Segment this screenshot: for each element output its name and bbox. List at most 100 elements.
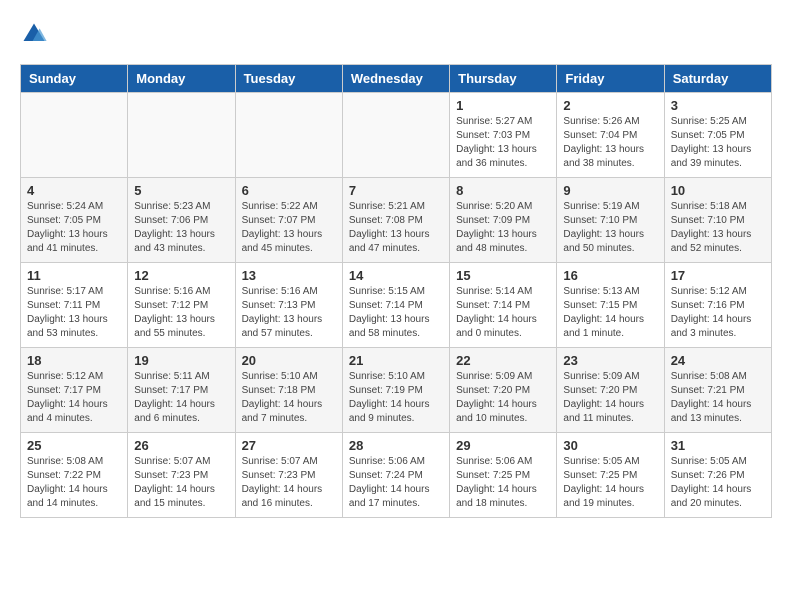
day-info: Sunrise: 5:12 AM Sunset: 7:16 PM Dayligh… — [671, 285, 765, 341]
day-info: Sunrise: 5:13 AM Sunset: 7:15 PM Dayligh… — [563, 285, 657, 341]
day-cell: 5Sunrise: 5:23 AM Sunset: 7:06 PM Daylig… — [128, 178, 235, 263]
day-cell: 6Sunrise: 5:22 AM Sunset: 7:07 PM Daylig… — [235, 178, 342, 263]
day-info: Sunrise: 5:15 AM Sunset: 7:14 PM Dayligh… — [349, 285, 443, 341]
week-row-1: 1 Sunrise: 5:27 AM Sunset: 7:03 PM Daylig… — [21, 93, 772, 178]
day-info: Sunrise: 5:27 AM Sunset: 7:03 PM Dayligh… — [456, 115, 550, 171]
day-header-thursday: Thursday — [450, 65, 557, 93]
logo — [20, 20, 54, 48]
day-number: 11 — [27, 268, 121, 283]
day-number: 8 — [456, 183, 550, 198]
day-number: 18 — [27, 353, 121, 368]
day-cell: 7Sunrise: 5:21 AM Sunset: 7:08 PM Daylig… — [342, 178, 449, 263]
day-cell: 26Sunrise: 5:07 AM Sunset: 7:23 PM Dayli… — [128, 433, 235, 518]
day-number: 16 — [563, 268, 657, 283]
day-cell: 1 Sunrise: 5:27 AM Sunset: 7:03 PM Daylig… — [450, 93, 557, 178]
day-info: Sunrise: 5:08 AM Sunset: 7:22 PM Dayligh… — [27, 455, 121, 511]
day-number: 12 — [134, 268, 228, 283]
day-info: Sunrise: 5:10 AM Sunset: 7:19 PM Dayligh… — [349, 370, 443, 426]
day-number: 13 — [242, 268, 336, 283]
day-cell: 2Sunrise: 5:26 AM Sunset: 7:04 PM Daylig… — [557, 93, 664, 178]
day-cell: 10 Sunrise: 5:18 AM Sunset: 7:10 PM Dayli… — [664, 178, 771, 263]
day-info: Sunrise: 5:19 AM Sunset: 7:10 PM Dayligh… — [563, 200, 657, 256]
day-number: 14 — [349, 268, 443, 283]
page-header — [20, 20, 772, 48]
day-info: Sunrise: 5:06 AM Sunset: 7:24 PM Dayligh… — [349, 455, 443, 511]
day-cell — [235, 93, 342, 178]
day-info: Sunrise: 5:11 AM Sunset: 7:17 PM Dayligh… — [134, 370, 228, 426]
day-info: Sunrise: 5:05 AM Sunset: 7:25 PM Dayligh… — [563, 455, 657, 511]
day-number: 4 — [27, 183, 121, 198]
day-cell: 30 Sunrise: 5:05 AM Sunset: 7:25 PM Dayli… — [557, 433, 664, 518]
week-row-2: 4 Sunrise: 5:24 AM Sunset: 7:05 PM Daylig… — [21, 178, 772, 263]
week-row-5: 25 Sunrise: 5:08 AM Sunset: 7:22 PM Dayli… — [21, 433, 772, 518]
day-number: 2 — [563, 98, 657, 113]
day-cell: 23 Sunrise: 5:09 AM Sunset: 7:20 PM Dayli… — [557, 348, 664, 433]
day-header-sunday: Sunday — [21, 65, 128, 93]
day-info: Sunrise: 5:09 AM Sunset: 7:20 PM Dayligh… — [456, 370, 550, 426]
calendar-table: SundayMondayTuesdayWednesdayThursdayFrid… — [20, 64, 772, 518]
day-number: 19 — [134, 353, 228, 368]
day-number: 27 — [242, 438, 336, 453]
day-info: Sunrise: 5:08 AM Sunset: 7:21 PM Dayligh… — [671, 370, 765, 426]
day-info: Sunrise: 5:18 AM Sunset: 7:10 PM Dayligh… — [671, 200, 765, 256]
week-row-3: 11 Sunrise: 5:17 AM Sunset: 7:11 PM Dayli… — [21, 263, 772, 348]
day-header-wednesday: Wednesday — [342, 65, 449, 93]
day-info: Sunrise: 5:07 AM Sunset: 7:23 PM Dayligh… — [134, 455, 228, 511]
day-info: Sunrise: 5:12 AM Sunset: 7:17 PM Dayligh… — [27, 370, 121, 426]
day-info: Sunrise: 5:17 AM Sunset: 7:11 PM Dayligh… — [27, 285, 121, 341]
day-cell: 18 Sunrise: 5:12 AM Sunset: 7:17 PM Dayli… — [21, 348, 128, 433]
day-cell: 28 Sunrise: 5:06 AM Sunset: 7:24 PM Dayli… — [342, 433, 449, 518]
day-number: 1 — [456, 98, 550, 113]
day-number: 6 — [242, 183, 336, 198]
day-cell: 12 Sunrise: 5:16 AM Sunset: 7:12 PM Dayli… — [128, 263, 235, 348]
day-number: 5 — [134, 183, 228, 198]
day-cell: 19 Sunrise: 5:11 AM Sunset: 7:17 PM Dayli… — [128, 348, 235, 433]
day-info: Sunrise: 5:05 AM Sunset: 7:26 PM Dayligh… — [671, 455, 765, 511]
day-number: 22 — [456, 353, 550, 368]
day-number: 23 — [563, 353, 657, 368]
day-info: Sunrise: 5:07 AM Sunset: 7:23 PM Dayligh… — [242, 455, 336, 511]
day-number: 31 — [671, 438, 765, 453]
day-cell: 14 Sunrise: 5:15 AM Sunset: 7:14 PM Dayli… — [342, 263, 449, 348]
day-cell: 13 Sunrise: 5:16 AM Sunset: 7:13 PM Dayli… — [235, 263, 342, 348]
day-cell: 31 Sunrise: 5:05 AM Sunset: 7:26 PM Dayli… — [664, 433, 771, 518]
day-cell: 22 Sunrise: 5:09 AM Sunset: 7:20 PM Dayli… — [450, 348, 557, 433]
day-cell: 25 Sunrise: 5:08 AM Sunset: 7:22 PM Dayli… — [21, 433, 128, 518]
day-number: 3 — [671, 98, 765, 113]
day-cell: 20Sunrise: 5:10 AM Sunset: 7:18 PM Dayli… — [235, 348, 342, 433]
day-number: 7 — [349, 183, 443, 198]
day-cell: 3 Sunrise: 5:25 AM Sunset: 7:05 PM Daylig… — [664, 93, 771, 178]
day-header-tuesday: Tuesday — [235, 65, 342, 93]
day-number: 24 — [671, 353, 765, 368]
day-cell — [128, 93, 235, 178]
day-header-friday: Friday — [557, 65, 664, 93]
day-number: 29 — [456, 438, 550, 453]
day-number: 30 — [563, 438, 657, 453]
day-cell — [342, 93, 449, 178]
day-number: 25 — [27, 438, 121, 453]
day-info: Sunrise: 5:16 AM Sunset: 7:13 PM Dayligh… — [242, 285, 336, 341]
day-number: 28 — [349, 438, 443, 453]
day-cell: 27 Sunrise: 5:07 AM Sunset: 7:23 PM Dayli… — [235, 433, 342, 518]
day-info: Sunrise: 5:25 AM Sunset: 7:05 PM Dayligh… — [671, 115, 765, 171]
day-cell: 17Sunrise: 5:12 AM Sunset: 7:16 PM Dayli… — [664, 263, 771, 348]
week-row-4: 18 Sunrise: 5:12 AM Sunset: 7:17 PM Dayli… — [21, 348, 772, 433]
logo-icon — [20, 20, 48, 48]
day-cell — [21, 93, 128, 178]
day-info: Sunrise: 5:14 AM Sunset: 7:14 PM Dayligh… — [456, 285, 550, 341]
day-number: 10 — [671, 183, 765, 198]
day-cell: 4 Sunrise: 5:24 AM Sunset: 7:05 PM Daylig… — [21, 178, 128, 263]
day-header-monday: Monday — [128, 65, 235, 93]
day-number: 20 — [242, 353, 336, 368]
day-cell: 21Sunrise: 5:10 AM Sunset: 7:19 PM Dayli… — [342, 348, 449, 433]
day-cell: 11 Sunrise: 5:17 AM Sunset: 7:11 PM Dayli… — [21, 263, 128, 348]
day-cell: 24 Sunrise: 5:08 AM Sunset: 7:21 PM Dayli… — [664, 348, 771, 433]
day-header-saturday: Saturday — [664, 65, 771, 93]
day-info: Sunrise: 5:16 AM Sunset: 7:12 PM Dayligh… — [134, 285, 228, 341]
day-info: Sunrise: 5:06 AM Sunset: 7:25 PM Dayligh… — [456, 455, 550, 511]
day-cell: 16 Sunrise: 5:13 AM Sunset: 7:15 PM Dayli… — [557, 263, 664, 348]
day-info: Sunrise: 5:09 AM Sunset: 7:20 PM Dayligh… — [563, 370, 657, 426]
day-info: Sunrise: 5:24 AM Sunset: 7:05 PM Dayligh… — [27, 200, 121, 256]
day-cell: 8Sunrise: 5:20 AM Sunset: 7:09 PM Daylig… — [450, 178, 557, 263]
day-number: 15 — [456, 268, 550, 283]
